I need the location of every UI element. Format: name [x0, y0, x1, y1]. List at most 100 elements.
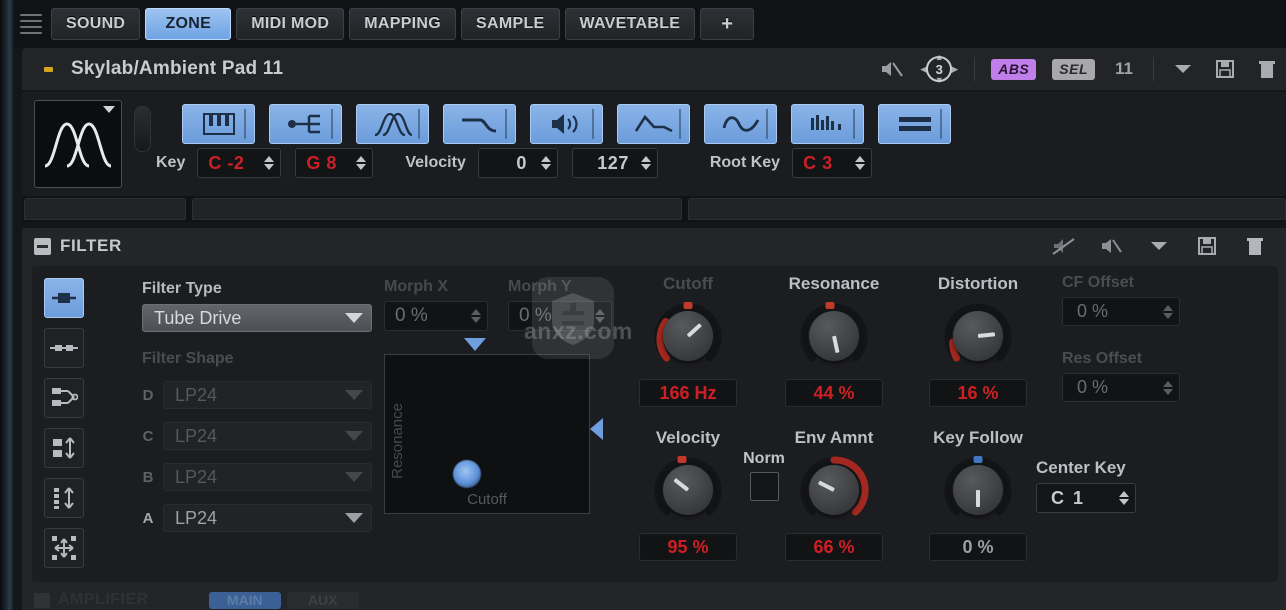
- toggle-envelope[interactable]: [443, 104, 516, 144]
- velocity-knob-value[interactable]: 95 %: [639, 533, 737, 561]
- knob-cell-velocity: Velocity 95 %: [632, 428, 744, 561]
- xypad-y-marker-icon[interactable]: [590, 418, 603, 440]
- zone-subpanel-mid[interactable]: [192, 198, 682, 220]
- knob-cap: [663, 465, 713, 515]
- toggle-step-modulator[interactable]: [791, 104, 864, 144]
- filter-routing-single-icon[interactable]: [44, 278, 84, 318]
- tab-zone[interactable]: ZONE: [145, 8, 232, 40]
- tab-wavetable[interactable]: WAVETABLE: [564, 8, 696, 40]
- chevron-down-icon: [345, 390, 363, 400]
- cutoff-value[interactable]: 166 Hz: [639, 379, 737, 407]
- key-high-field[interactable]: G 8: [295, 148, 374, 178]
- res-offset-label: Res Offset: [1062, 350, 1143, 367]
- cf-offset-field[interactable]: 0 %: [1062, 297, 1180, 326]
- tab-add-button[interactable]: +: [700, 8, 755, 40]
- chevron-down-icon[interactable]: [103, 106, 115, 113]
- key-low-field[interactable]: C -2: [197, 148, 282, 178]
- env-amnt-value[interactable]: 66 %: [785, 533, 883, 561]
- filter-routing-matrix-icon[interactable]: [44, 528, 84, 568]
- cf-offset-stepper[interactable]: [1163, 304, 1173, 319]
- filter-routing-multi-icon[interactable]: [44, 478, 84, 518]
- zone-subpanel-right[interactable]: [688, 198, 1286, 220]
- mute-icon[interactable]: [878, 56, 904, 82]
- sel-badge[interactable]: SEL: [1052, 58, 1095, 80]
- velocity-low-field[interactable]: 0: [477, 148, 558, 178]
- key-follow-knob[interactable]: [942, 454, 1014, 526]
- toggle-lfo[interactable]: [704, 104, 777, 144]
- velocity-low-stepper[interactable]: [540, 156, 551, 170]
- collapse-icon[interactable]: [34, 237, 51, 255]
- program-number[interactable]: 11: [1111, 59, 1137, 79]
- tab-midi-mod[interactable]: MIDI MOD: [236, 8, 345, 40]
- toggle-trigger[interactable]: [269, 104, 342, 144]
- xypad-handle[interactable]: [453, 460, 481, 488]
- filter-xy-pad[interactable]: Resonance Cutoff: [384, 354, 590, 514]
- tab-sample[interactable]: SAMPLE: [461, 8, 560, 40]
- tab-sound[interactable]: SOUND: [51, 8, 141, 40]
- plugin-window: SOUND ZONE MIDI MOD MAPPING SAMPLE WAVET…: [0, 0, 1286, 610]
- delete-icon[interactable]: [1242, 233, 1268, 259]
- filter-routing-dual-icon[interactable]: [44, 428, 84, 468]
- polyphony-control[interactable]: ▲ ▼ ◀ ▶ 3: [920, 53, 958, 85]
- velocity-high-stepper[interactable]: [640, 156, 651, 170]
- key-follow-value[interactable]: 0 %: [929, 533, 1027, 561]
- collapse-icon[interactable]: [34, 592, 50, 608]
- toggle-keyboard-zone[interactable]: [182, 104, 255, 144]
- filter-shape-value-c: LP24: [175, 425, 218, 446]
- env-amnt-knob[interactable]: [798, 454, 870, 526]
- polyphony-value: 3: [926, 56, 953, 82]
- morph-x-stepper[interactable]: [471, 309, 481, 323]
- abs-badge[interactable]: ABS: [991, 58, 1037, 80]
- menu-grip-icon[interactable]: [20, 9, 42, 39]
- delete-icon[interactable]: [1254, 56, 1280, 82]
- root-key-field[interactable]: C 3: [792, 148, 873, 178]
- toggle-wavetable[interactable]: [356, 104, 429, 144]
- center-key-field[interactable]: C 1: [1036, 483, 1136, 513]
- filter-shape-dropdown-d[interactable]: LP24: [163, 381, 372, 409]
- knob-cell-key-follow: Key Follow 0 %: [922, 428, 1034, 561]
- filter-shape-dropdown-b[interactable]: LP24: [163, 463, 372, 491]
- bypass-icon[interactable]: [1050, 233, 1076, 259]
- xypad-x-marker-icon[interactable]: [464, 338, 486, 351]
- toggle-amplifier[interactable]: [530, 104, 603, 144]
- key-low-stepper[interactable]: [264, 156, 275, 170]
- zone-waveform-thumbnail[interactable]: [34, 100, 122, 188]
- resonance-value[interactable]: 44 %: [785, 379, 883, 407]
- filter-section-title: FILTER: [60, 236, 122, 255]
- filter-shape-dropdown-c[interactable]: LP24: [163, 422, 372, 450]
- res-offset-stepper[interactable]: [1163, 380, 1173, 395]
- env-amnt-label: Env Amnt: [794, 428, 874, 447]
- resonance-knob[interactable]: [798, 300, 870, 372]
- toggle-list-view[interactable]: [878, 104, 951, 144]
- zone-subpanel-left[interactable]: [24, 198, 186, 220]
- filter-type-dropdown[interactable]: Tube Drive: [142, 304, 372, 332]
- center-key-stepper[interactable]: [1119, 491, 1129, 505]
- key-high-stepper[interactable]: [356, 156, 367, 170]
- amp-tab-main[interactable]: MAIN: [208, 591, 281, 609]
- amplifier-tabs: MAIN AUX: [208, 591, 359, 609]
- velocity-knob[interactable]: [652, 454, 724, 526]
- zone-level-bar[interactable]: [134, 106, 151, 152]
- velocity-high-field[interactable]: 127: [571, 148, 658, 178]
- save-icon[interactable]: [1194, 233, 1220, 259]
- toggle-filter-envelope[interactable]: [617, 104, 690, 144]
- save-icon[interactable]: [1212, 56, 1238, 82]
- res-offset-field[interactable]: 0 %: [1062, 373, 1180, 402]
- morph-x-value: 0 %: [395, 305, 428, 326]
- filter-shape-dropdown-a[interactable]: LP24: [163, 504, 372, 532]
- chevron-down-icon[interactable]: [1170, 56, 1196, 82]
- chevron-down-icon[interactable]: [1146, 233, 1172, 259]
- preset-name[interactable]: Skylab/Ambient Pad 11: [71, 58, 283, 80]
- distortion-value[interactable]: 16 %: [929, 379, 1027, 407]
- morph-x-field[interactable]: 0 %: [384, 301, 488, 331]
- shape-letter-a: A: [142, 509, 154, 527]
- distortion-knob[interactable]: [942, 300, 1014, 372]
- cutoff-knob[interactable]: [652, 300, 724, 372]
- norm-checkbox[interactable]: [749, 472, 779, 501]
- root-key-stepper[interactable]: [855, 156, 866, 170]
- filter-routing-serial-icon[interactable]: [44, 328, 84, 368]
- tab-mapping[interactable]: MAPPING: [349, 8, 457, 40]
- amp-tab-aux[interactable]: AUX: [286, 591, 359, 609]
- mute-icon[interactable]: [1098, 233, 1124, 259]
- filter-routing-split-icon[interactable]: [44, 378, 84, 418]
